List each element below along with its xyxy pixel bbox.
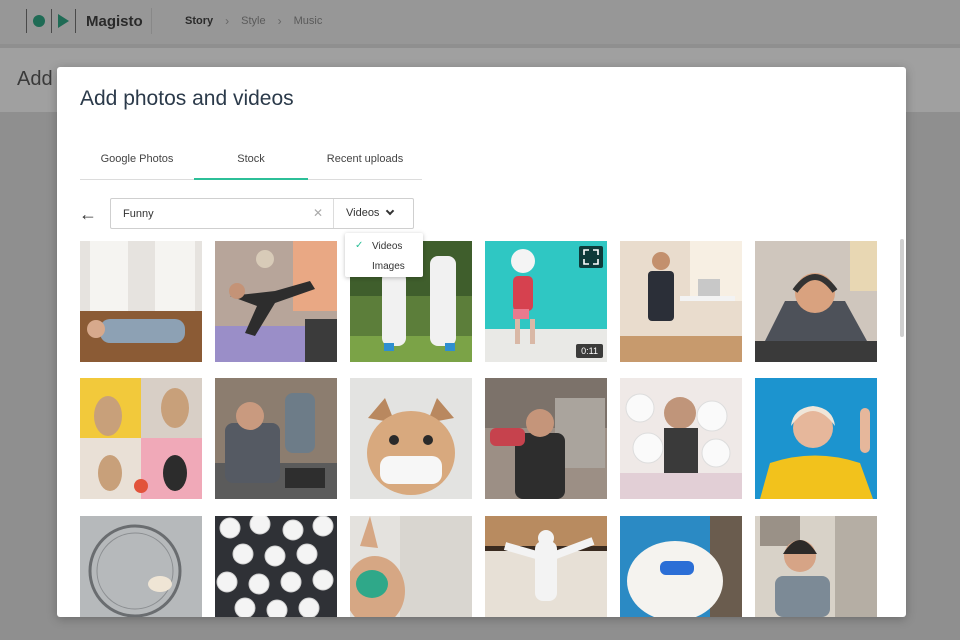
media-type-select[interactable]: Videos bbox=[346, 206, 395, 219]
media-grid: 0:11 bbox=[80, 241, 878, 617]
search-bar: ✕ Videos bbox=[110, 198, 414, 229]
check-icon: ✓ bbox=[355, 240, 364, 251]
media-type-value: Videos bbox=[346, 207, 380, 219]
chevron-right-icon: › bbox=[225, 14, 230, 28]
back-arrow-icon[interactable]: ← bbox=[79, 204, 97, 225]
tile-man-desk-office[interactable] bbox=[620, 241, 742, 362]
video-duration: 0:11 bbox=[576, 344, 603, 358]
logo-bar bbox=[75, 9, 76, 33]
tile-yoga-with-dog[interactable] bbox=[215, 241, 337, 362]
logo-bar bbox=[51, 9, 52, 33]
tile-fluffy-dog-sunglasses[interactable] bbox=[620, 516, 742, 617]
option-videos-label: Videos bbox=[372, 241, 403, 252]
magisto-logo[interactable]: Magisto bbox=[20, 8, 143, 34]
header-divider bbox=[151, 8, 152, 34]
tile-toilet-paper-rolls[interactable] bbox=[215, 516, 337, 617]
media-type-dropdown: ✓ Videos Images bbox=[345, 233, 423, 277]
search-divider bbox=[333, 199, 334, 228]
tile-man-dancing-hazmat[interactable] bbox=[485, 516, 607, 617]
breadcrumb: Story › Style › Music bbox=[185, 14, 322, 28]
option-images[interactable]: Images bbox=[345, 257, 423, 275]
background-page-title: Add bbox=[17, 68, 53, 90]
tile-woman-yellow-blue[interactable] bbox=[755, 378, 877, 499]
tile-dogs-video-call[interactable] bbox=[80, 378, 202, 499]
tile-panda-mask-dancer[interactable]: 0:11 bbox=[485, 241, 607, 362]
logo-dot-icon bbox=[33, 15, 45, 27]
option-videos[interactable]: ✓ Videos bbox=[345, 237, 423, 255]
brand-name: Magisto bbox=[86, 12, 143, 30]
add-media-modal: Add photos and videos Google Photos Stoc… bbox=[57, 67, 906, 617]
logo-play-icon bbox=[58, 14, 69, 28]
close-icon[interactable]: ✕ bbox=[313, 206, 323, 220]
crumb-style[interactable]: Style bbox=[241, 15, 265, 27]
chevron-down-icon bbox=[386, 206, 395, 216]
tab-google-photos[interactable]: Google Photos bbox=[80, 144, 194, 179]
crumb-music[interactable]: Music bbox=[294, 15, 323, 27]
scrollbar[interactable] bbox=[900, 239, 904, 337]
tab-stock[interactable]: Stock bbox=[194, 144, 308, 180]
source-tabs: Google Photos Stock Recent uploads bbox=[80, 144, 422, 180]
tile-man-pushup-headphones[interactable] bbox=[755, 241, 877, 362]
app-header: Magisto Story › Style › Music bbox=[0, 0, 960, 44]
modal-title: Add photos and videos bbox=[80, 87, 294, 110]
tile-hamster-wheel[interactable] bbox=[80, 516, 202, 617]
chevron-right-icon: › bbox=[277, 14, 282, 28]
crumb-story[interactable]: Story bbox=[185, 15, 213, 27]
expand-icon[interactable] bbox=[579, 246, 603, 268]
tile-man-falling-kitchen[interactable] bbox=[485, 378, 607, 499]
option-images-label: Images bbox=[372, 261, 405, 272]
tile-rabbit-mask[interactable] bbox=[350, 516, 472, 617]
search-input[interactable] bbox=[123, 207, 303, 220]
tile-pug-face-mask[interactable] bbox=[350, 378, 472, 499]
tile-frustrated-man-laptop[interactable] bbox=[215, 378, 337, 499]
tile-man-toilet-paper[interactable] bbox=[620, 378, 742, 499]
tile-kid-floor-doorway[interactable] bbox=[80, 241, 202, 362]
tab-recent-uploads[interactable]: Recent uploads bbox=[308, 144, 422, 179]
tile-woman-laughing-headset[interactable] bbox=[755, 516, 877, 617]
logo-bar bbox=[26, 9, 27, 33]
